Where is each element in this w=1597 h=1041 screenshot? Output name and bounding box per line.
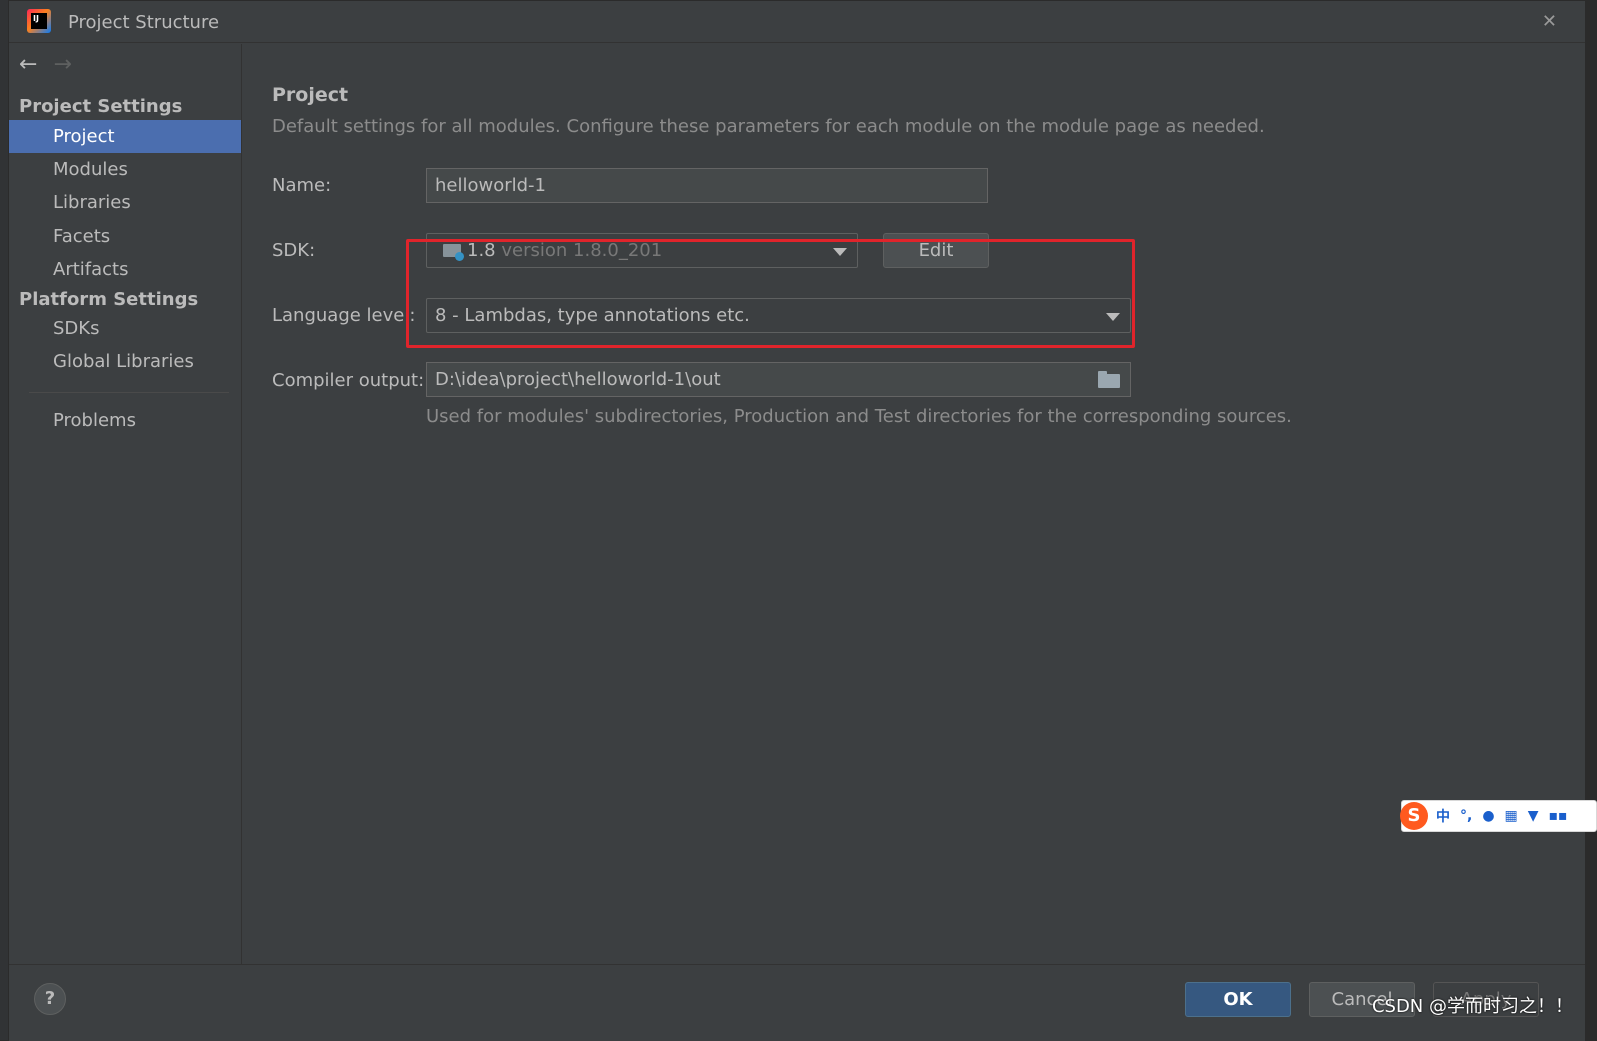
sidebar-item-project[interactable]: Project [9,120,241,153]
dialog-footer: ? OK Cancel Apply CSDN @学而时习之！！ [9,964,1591,1041]
browse-folder-icon[interactable] [1098,371,1120,388]
section-header-project-settings: Project Settings [19,96,183,117]
sidebar: ← → Project Settings Project Modules Libr… [9,44,242,964]
grid-menu-icon[interactable]: ▪▪ [1549,808,1568,824]
sidebar-item-modules[interactable]: Modules [9,153,241,186]
sdk-label: SDK: [272,240,316,261]
sidebar-item-facets[interactable]: Facets [9,220,241,253]
keyboard-icon[interactable]: ▦ [1505,808,1518,824]
sogou-logo-icon[interactable]: S [1400,802,1428,830]
page-title: Project [272,84,349,106]
intellij-logo-icon: IJ [27,9,51,33]
project-structure-dialog: IJ Project Structure ✕ ← → Project Settin… [8,0,1592,1041]
sidebar-item-sdks[interactable]: SDKs [9,312,241,345]
project-name-input[interactable]: helloworld-1 [426,168,988,203]
background-ide-strip [0,0,8,1040]
help-button[interactable]: ? [34,983,66,1015]
sidebar-item-global-libraries[interactable]: Global Libraries [9,345,241,378]
page-description: Default settings for all modules. Config… [272,116,1265,137]
forward-arrow-icon[interactable]: → [53,52,71,77]
name-label: Name: [272,175,332,196]
compiler-output-label: Compiler output: [272,370,425,391]
section-header-platform-settings: Platform Settings [19,289,199,310]
sidebar-item-libraries[interactable]: Libraries [9,186,241,219]
ime-toolbar: S 中 °, ● ▦ ▼ ▪▪ [1400,800,1597,832]
csdn-watermark: CSDN @学而时习之！！ [1371,996,1573,1017]
red-highlight-annotation [406,239,1135,348]
language-level-label: Language level: [272,305,416,326]
project-settings-panel: Project Default settings for all modules… [243,44,1591,964]
compiler-output-input[interactable]: D:\idea\project\helloworld-1\out [426,362,1131,397]
title-bar: IJ Project Structure ✕ [9,1,1591,43]
sidebar-item-problems[interactable]: Problems [9,404,241,437]
sidebar-divider [29,392,229,393]
right-edge-strip [1585,1,1591,1041]
skin-icon[interactable]: ▼ [1528,808,1539,824]
window-title: Project Structure [68,12,220,33]
back-arrow-icon[interactable]: ← [19,52,37,77]
close-icon[interactable]: ✕ [1542,11,1557,32]
ime-mode-toggle[interactable]: 中 [1436,806,1450,826]
ime-punctuation-toggle[interactable]: °, [1460,808,1472,824]
nav-arrows: ← → [19,52,72,77]
compiler-output-value: D:\idea\project\helloworld-1\out [435,369,721,390]
compiler-output-hint: Used for modules' subdirectories, Produc… [426,406,1292,427]
sidebar-item-artifacts[interactable]: Artifacts [9,253,241,286]
ok-button[interactable]: OK [1185,982,1291,1017]
microphone-icon[interactable]: ● [1482,808,1494,824]
